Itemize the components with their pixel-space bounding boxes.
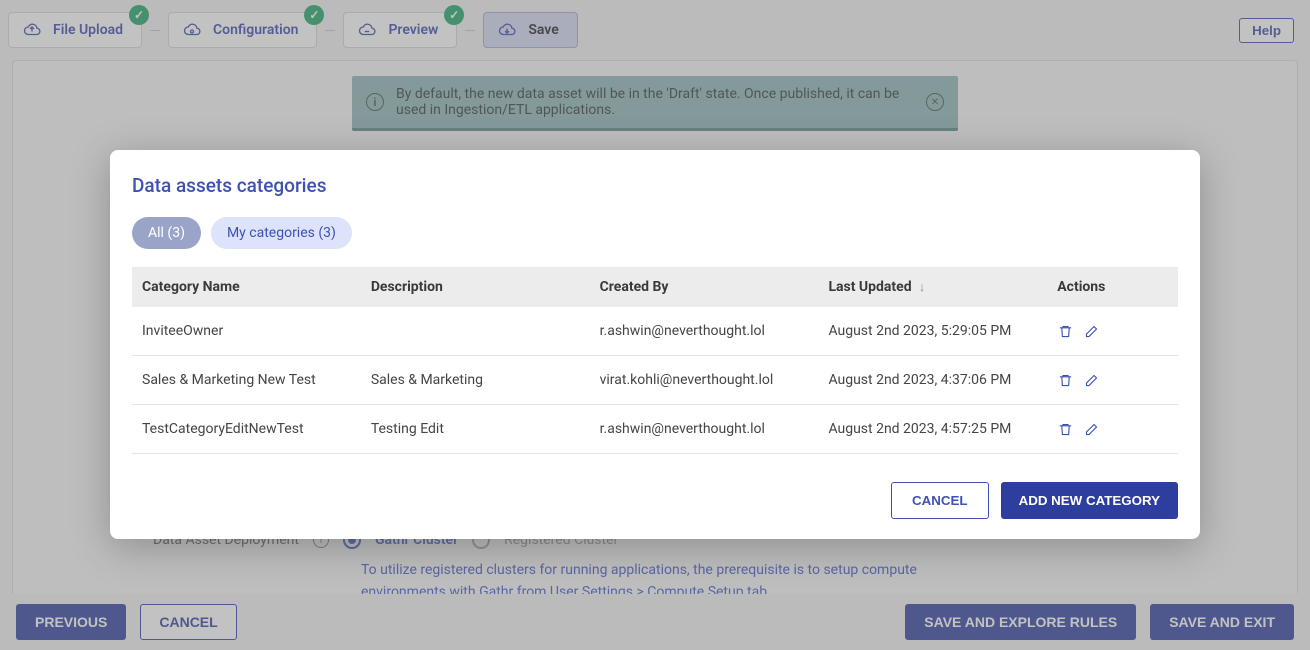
table-row: Sales & Marketing New TestSales & Market… (132, 356, 1178, 405)
col-last-updated[interactable]: Last Updated ↓ (818, 267, 1047, 307)
tab-my-categories[interactable]: My categories (3) (211, 217, 352, 249)
tab-all[interactable]: All (3) (132, 217, 201, 249)
cell-last-updated: August 2nd 2023, 4:37:06 PM (818, 356, 1047, 405)
edit-icon[interactable] (1083, 323, 1099, 339)
cell-description: Testing Edit (361, 405, 590, 454)
add-new-category-button[interactable]: ADD NEW CATEGORY (1001, 482, 1178, 519)
category-tabs: All (3) My categories (3) (132, 217, 1178, 249)
categories-modal: Data assets categories All (3) My catego… (110, 150, 1200, 539)
modal-cancel-button[interactable]: CANCEL (891, 482, 989, 519)
cell-created-by: r.ashwin@neverthought.lol (590, 307, 819, 356)
cell-category-name: Sales & Marketing New Test (132, 356, 361, 405)
cell-last-updated: August 2nd 2023, 4:57:25 PM (818, 405, 1047, 454)
table-header-row: Category Name Description Created By Las… (132, 267, 1178, 307)
cell-description (361, 307, 590, 356)
cell-description: Sales & Marketing (361, 356, 590, 405)
delete-icon[interactable] (1057, 323, 1073, 339)
cell-category-name: TestCategoryEditNewTest (132, 405, 361, 454)
categories-table: Category Name Description Created By Las… (132, 267, 1178, 454)
col-created-by[interactable]: Created By (590, 267, 819, 307)
modal-footer: CANCEL ADD NEW CATEGORY (132, 482, 1178, 519)
cell-last-updated: August 2nd 2023, 5:29:05 PM (818, 307, 1047, 356)
col-last-updated-label: Last Updated (828, 279, 911, 295)
table-row: InviteeOwner r.ashwin@neverthought.lolAug… (132, 307, 1178, 356)
col-description[interactable]: Description (361, 267, 590, 307)
sort-desc-icon: ↓ (919, 280, 925, 294)
cell-actions (1047, 307, 1178, 356)
col-actions: Actions (1047, 267, 1178, 307)
delete-icon[interactable] (1057, 372, 1073, 388)
cell-created-by: virat.kohli@neverthought.lol (590, 356, 819, 405)
edit-icon[interactable] (1083, 421, 1099, 437)
modal-title: Data assets categories (132, 174, 1178, 197)
cell-actions (1047, 356, 1178, 405)
cell-category-name: InviteeOwner (132, 307, 361, 356)
edit-icon[interactable] (1083, 372, 1099, 388)
delete-icon[interactable] (1057, 421, 1073, 437)
cell-created-by: r.ashwin@neverthought.lol (590, 405, 819, 454)
table-row: TestCategoryEditNewTestTesting Editr.ash… (132, 405, 1178, 454)
col-category-name[interactable]: Category Name (132, 267, 361, 307)
cell-actions (1047, 405, 1178, 454)
